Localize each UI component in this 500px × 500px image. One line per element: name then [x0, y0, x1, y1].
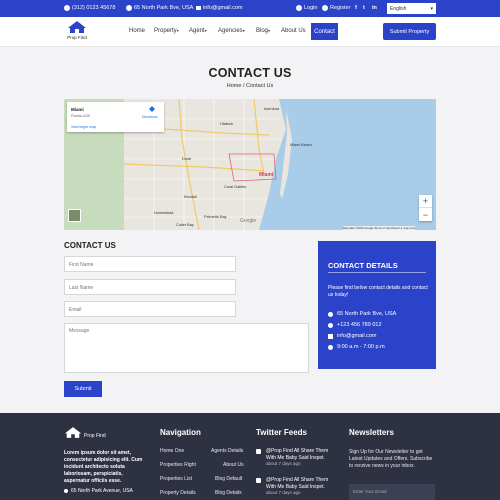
phone-icon — [64, 5, 70, 11]
main-header: Prop Find Home Property▾ Agent▾ Agencies… — [0, 17, 500, 47]
mail-icon — [196, 6, 201, 10]
footer-link[interactable]: Home One — [160, 448, 184, 454]
nav-agencies[interactable]: Agencies▾ — [218, 28, 245, 34]
footer-nav-title: Navigation — [160, 428, 201, 437]
zoom-in-button[interactable]: + — [419, 195, 432, 208]
nav-home[interactable]: Home — [129, 28, 145, 34]
newsletter-email-input[interactable]: Enter Your Email — [349, 484, 435, 500]
map-city-label: Homestead — [154, 211, 174, 215]
submit-button[interactable]: Submit — [64, 381, 102, 397]
clock-icon — [328, 344, 333, 350]
location-icon — [126, 5, 132, 11]
submit-property-button[interactable]: Submit Property — [383, 23, 436, 40]
footer: Prop Find Lorem ipsum dolor sit amet, co… — [0, 413, 500, 500]
caret-down-icon: ▾ — [176, 28, 179, 33]
nav-blog[interactable]: Blog▾ — [256, 28, 270, 34]
breadcrumb: Home / Contact Us — [226, 83, 274, 89]
tweet-item[interactable]: @Prop Find All Share Them With Me Baby S… — [256, 477, 336, 497]
login-link[interactable]: Login — [296, 5, 317, 11]
detail-email[interactable]: info@gmail.com — [328, 333, 377, 339]
twitter-icon — [256, 478, 261, 483]
site-logo[interactable]: Prop Find — [64, 20, 90, 40]
top-bar: (312) 0123 45678 65 North Park Bve, USA … — [0, 0, 500, 17]
map-city-label: Hialeah — [220, 122, 233, 126]
caret-down-icon: ▾ — [204, 28, 207, 33]
footer-link[interactable]: Properties Right — [160, 462, 196, 468]
map-zoom-control: + − — [419, 195, 432, 221]
tweet-item[interactable]: @Prop Find All Share Them With Me Baby S… — [256, 448, 336, 468]
footer-about-text: Lorem ipsum dolor sit amet, consectetur … — [64, 450, 143, 484]
footer-link[interactable]: Blog Details — [215, 490, 242, 496]
footer-link[interactable]: Blog Default — [215, 476, 242, 482]
footer-address: 65 North Park Avenue, USA — [64, 488, 133, 494]
caret-down-icon: ▾ — [242, 28, 245, 33]
contact-details-title: CONTACT DETAILS — [328, 261, 398, 270]
facebook-icon[interactable]: f — [355, 5, 357, 11]
twitter-icon — [256, 449, 261, 454]
detail-address: 65 North Park Bve, USA — [328, 311, 396, 317]
footer-logo[interactable]: Prop Find — [64, 426, 106, 439]
nav-agent[interactable]: Agent▾ — [189, 28, 207, 34]
lock-icon — [296, 5, 302, 11]
location-icon — [64, 489, 68, 493]
contact-details-card: CONTACT DETAILS Please find below contac… — [318, 241, 436, 369]
house-logo-icon — [64, 427, 82, 438]
detail-hours: 9:00 a.m - 7:00 p.m — [328, 344, 385, 350]
twitter-icon[interactable]: t — [363, 5, 365, 11]
nav-contact[interactable]: Contact — [311, 23, 338, 40]
contact-details-desc: Please find below contact details and co… — [328, 285, 428, 298]
message-textarea[interactable]: Message — [64, 323, 309, 373]
footer-link[interactable]: Agents Details — [211, 448, 243, 454]
caret-down-icon: ▾ — [268, 28, 271, 33]
twitter-feeds-title: Twitter Feeds — [256, 428, 307, 437]
map-pin-label: Miami — [259, 172, 274, 178]
nav-property[interactable]: Property▾ — [154, 28, 179, 34]
map-city-label: Coral Gables — [224, 185, 247, 189]
house-logo-icon — [68, 21, 86, 33]
contact-form-title: CONTACT US — [64, 241, 116, 250]
directions-icon[interactable] — [149, 106, 155, 112]
page-title: CONTACT US — [208, 66, 292, 80]
phone-icon — [328, 322, 333, 328]
newsletter-text: Sign Up for Our Newsletter to get Latest… — [349, 449, 433, 469]
map-city-label: Doral — [182, 157, 192, 161]
last-name-input[interactable]: Last Name — [64, 279, 236, 295]
language-select[interactable]: English ▾ — [387, 3, 436, 14]
first-name-input[interactable]: First Name — [64, 256, 236, 272]
newsletter-title: Newsletters — [349, 428, 394, 437]
nav-about[interactable]: About Us — [281, 28, 306, 34]
map-city-label: Kendall — [184, 195, 197, 199]
topbar-address: 65 North Park Bve, USA — [126, 5, 193, 11]
email-input[interactable]: Email — [64, 301, 236, 317]
map-attribution: Map data ©2020 Google Terms of Use Repor… — [343, 226, 416, 230]
view-larger-map-link[interactable]: View larger map — [71, 125, 96, 129]
detail-phone[interactable]: +123 456 789 012 — [328, 322, 382, 328]
footer-link[interactable]: About Us — [223, 462, 244, 468]
topbar-email[interactable]: info@gmail.com — [196, 5, 243, 11]
chevron-down-icon: ▾ — [430, 5, 433, 12]
register-link[interactable]: Register — [322, 5, 350, 11]
mail-icon — [328, 333, 333, 339]
zoom-out-button[interactable]: − — [419, 208, 432, 221]
directions-link[interactable]: Directions — [142, 115, 158, 119]
user-icon — [322, 5, 328, 11]
map-city-label: Miami Beach — [290, 143, 312, 147]
satellite-toggle[interactable] — [68, 209, 81, 222]
location-icon — [328, 311, 333, 317]
google-logo: Google — [240, 218, 257, 224]
map-city-label: Aventura — [264, 107, 280, 111]
linkedin-icon[interactable]: in — [372, 5, 377, 11]
map-city-label: Cutler Bay — [176, 223, 194, 227]
footer-link[interactable]: Property Details — [160, 490, 196, 496]
divider — [328, 272, 426, 273]
topbar-phone[interactable]: (312) 0123 45678 — [64, 5, 115, 11]
map-city-label: Palmetto Bay — [204, 215, 227, 219]
map-place-card: Miami Florida USA View larger map Direct… — [67, 102, 164, 132]
footer-link[interactable]: Properties List — [160, 476, 192, 482]
